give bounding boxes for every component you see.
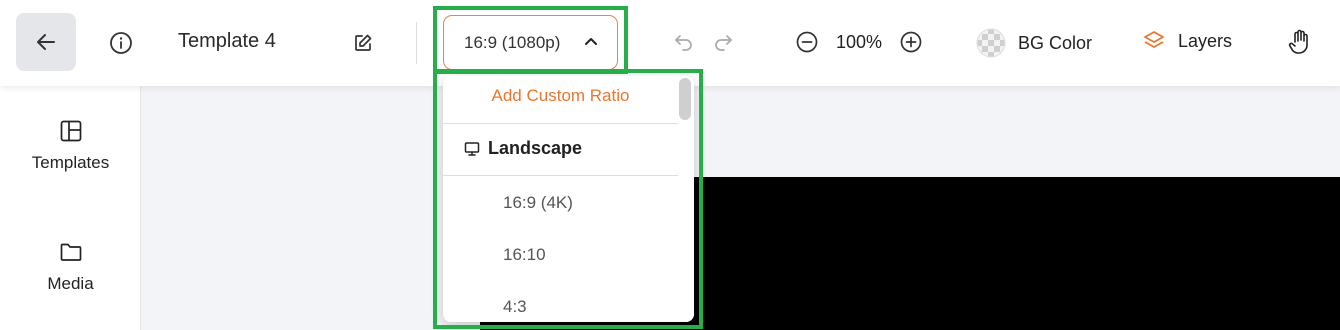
dropdown-divider — [443, 123, 678, 124]
sidebar-item-media[interactable]: Media — [0, 240, 141, 294]
monitor-icon — [464, 141, 480, 156]
arrow-left-icon — [37, 34, 55, 50]
sidebar-item-templates[interactable]: Templates — [0, 119, 141, 173]
left-sidebar: Templates Media — [0, 86, 141, 330]
minus-circle-icon — [796, 31, 818, 53]
toolbar-divider — [416, 22, 417, 64]
layers-icon — [1144, 31, 1164, 48]
aspect-ratio-value: 16:9 (1080p) — [464, 32, 561, 52]
dropdown-scrollbar-thumb[interactable] — [679, 78, 691, 120]
back-button[interactable] — [16, 13, 76, 71]
info-button[interactable] — [108, 30, 134, 56]
zoom-out-button[interactable] — [795, 30, 819, 54]
ratio-option-4-3[interactable]: 4:3 — [503, 297, 527, 317]
bg-color-label: BG Color — [1018, 32, 1093, 53]
landscape-group-header: Landscape — [464, 138, 582, 159]
sidebar-item-label: Templates — [31, 153, 110, 172]
rename-button[interactable] — [352, 32, 374, 54]
template-title: Template 4 — [178, 30, 276, 52]
undo-icon — [675, 35, 692, 51]
info-icon — [110, 32, 132, 54]
zoom-level: 100% — [836, 32, 883, 52]
top-toolbar: Template 4 16:9 (1080p) 100% BG Color La… — [0, 0, 1340, 86]
bg-color-button[interactable]: BG Color — [976, 28, 1092, 58]
pan-tool-button[interactable] — [1287, 28, 1313, 56]
add-custom-ratio-button[interactable]: Add Custom Ratio — [443, 86, 678, 106]
dropdown-divider — [443, 175, 678, 176]
hand-icon — [1288, 29, 1308, 54]
zoom-in-button[interactable] — [899, 30, 923, 54]
layers-label: Layers — [1178, 30, 1233, 51]
ratio-option-16-9-4k[interactable]: 16:9 (4K) — [503, 193, 573, 213]
plus-circle-icon — [900, 31, 922, 53]
redo-button[interactable] — [712, 31, 734, 53]
redo-icon — [715, 35, 732, 51]
folder-icon — [60, 243, 81, 261]
checkerboard-icon — [976, 28, 1006, 58]
chevron-up-icon — [585, 38, 597, 45]
layers-button[interactable]: Layers — [1142, 29, 1232, 53]
templates-layout-icon — [60, 120, 81, 142]
undo-button[interactable] — [673, 31, 695, 53]
group-label: Landscape — [488, 138, 583, 158]
edit-icon — [355, 34, 372, 51]
aspect-ratio-dropdown: Add Custom Ratio Landscape 16:9 (4K) 16:… — [443, 76, 694, 322]
ratio-option-16-10[interactable]: 16:10 — [503, 245, 546, 265]
sidebar-item-label: Media — [47, 274, 94, 293]
aspect-ratio-select[interactable]: 16:9 (1080p) — [443, 15, 618, 70]
